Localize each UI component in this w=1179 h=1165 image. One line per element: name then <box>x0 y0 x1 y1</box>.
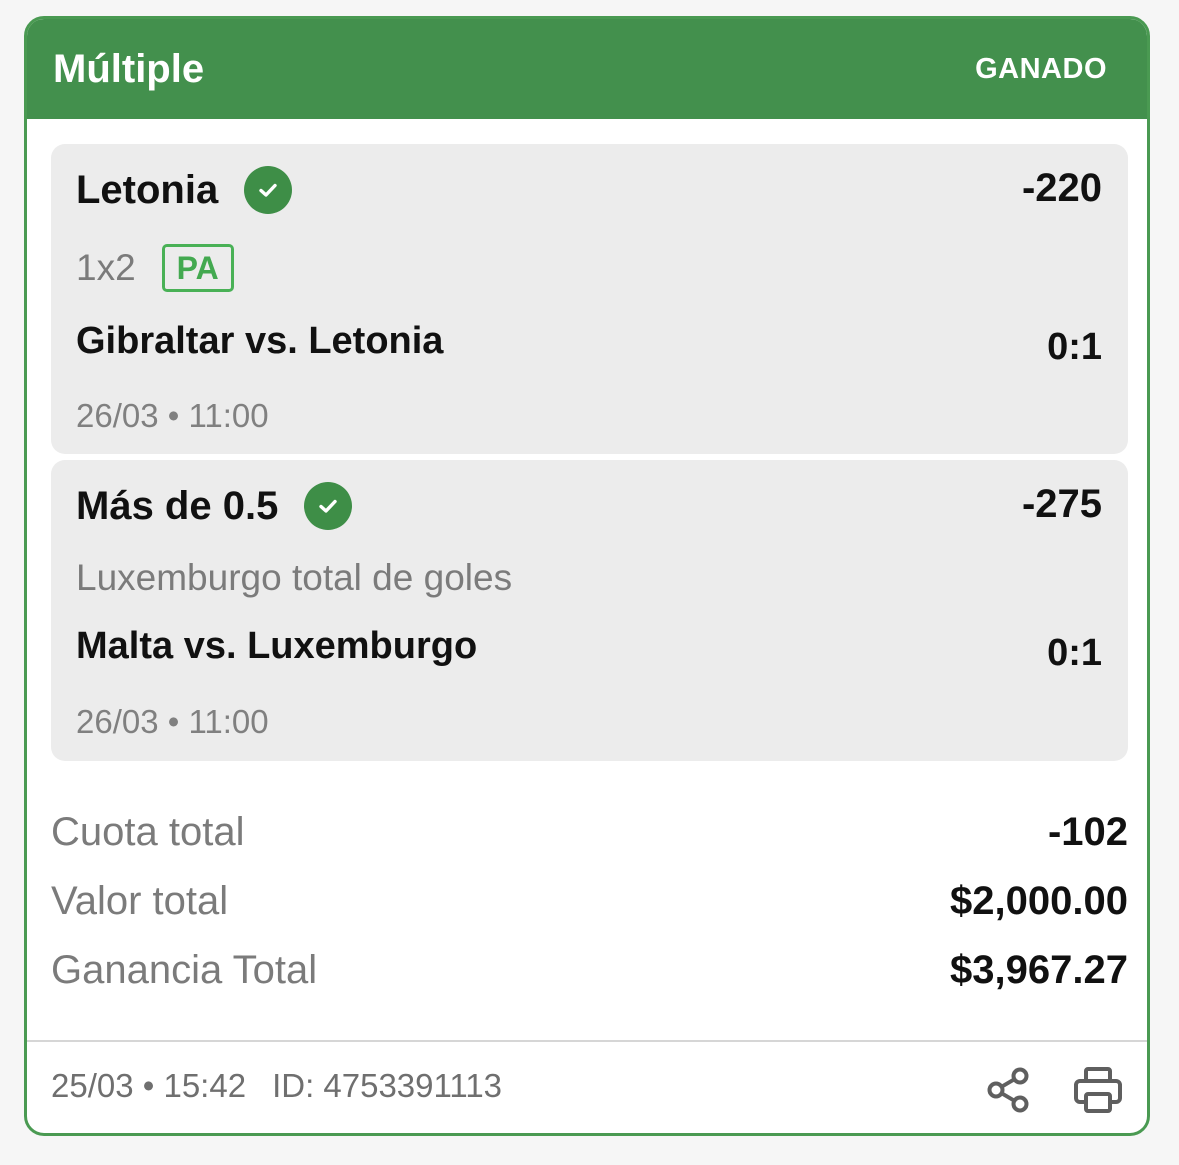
total-odds-row: Cuota total -102 <box>51 810 1128 855</box>
print-icon[interactable] <box>1073 1066 1123 1114</box>
selection-odds: -220 <box>1021 166 1102 210</box>
selection-market: Luxemburgo total de goles <box>76 557 512 599</box>
selection-datetime: 26/03 • 11:00 <box>76 703 269 740</box>
bet-status-label: GANADO <box>975 52 1107 85</box>
total-odds-value: -102 <box>1047 810 1128 854</box>
selection-market-label: 1x2 <box>76 247 136 288</box>
total-win-label: Ganancia Total <box>51 948 318 992</box>
selection-odds: -275 <box>1021 482 1102 526</box>
total-stake-label: Valor total <box>51 879 229 923</box>
total-stake-row: Valor total $2,000.00 <box>51 879 1128 924</box>
selection-score: 0:1 <box>1047 632 1102 674</box>
selection-pick-label: Letonia <box>76 167 219 212</box>
total-win-row: Ganancia Total $3,967.27 <box>51 948 1128 993</box>
footer-divider <box>27 1040 1147 1042</box>
bet-id: ID: 4753391113 <box>272 1067 503 1104</box>
selection-score: 0:1 <box>1047 326 1102 368</box>
selection-pick-label: Más de 0.5 <box>76 483 279 528</box>
selection-item[interactable]: Más de 0.5 -275 Luxemburgo total de gole… <box>51 460 1128 761</box>
pa-badge: PA <box>161 244 234 292</box>
bet-card: Múltiple GANADO Letonia -220 1x2 PA Gibr… <box>24 16 1150 1136</box>
check-circle-icon <box>304 482 353 530</box>
total-odds-label: Cuota total <box>51 810 245 854</box>
bet-type-title: Múltiple <box>53 46 205 91</box>
selection-market: 1x2 PA <box>76 244 234 292</box>
selection-pick: Letonia <box>76 166 293 214</box>
selection-event: Malta vs. Luxemburgo <box>76 625 478 667</box>
bet-placed-datetime: 25/03 • 15:42 <box>51 1067 247 1104</box>
share-icon[interactable] <box>985 1066 1033 1114</box>
bet-footer: 25/03 • 15:42 ID: 4753391113 <box>51 1067 502 1105</box>
total-stake-value: $2,000.00 <box>950 879 1128 923</box>
selection-market-label: Luxemburgo total de goles <box>76 557 513 598</box>
selection-datetime: 26/03 • 11:00 <box>76 397 269 434</box>
check-circle-icon <box>244 166 293 214</box>
selection-pick: Más de 0.5 <box>76 482 353 530</box>
selection-item[interactable]: Letonia -220 1x2 PA Gibraltar vs. Letoni… <box>51 144 1128 454</box>
bet-card-header: Múltiple GANADO <box>27 19 1147 119</box>
selection-event: Gibraltar vs. Letonia <box>76 320 444 362</box>
total-win-value: $3,967.27 <box>950 948 1128 992</box>
footer-actions <box>985 1066 1123 1114</box>
